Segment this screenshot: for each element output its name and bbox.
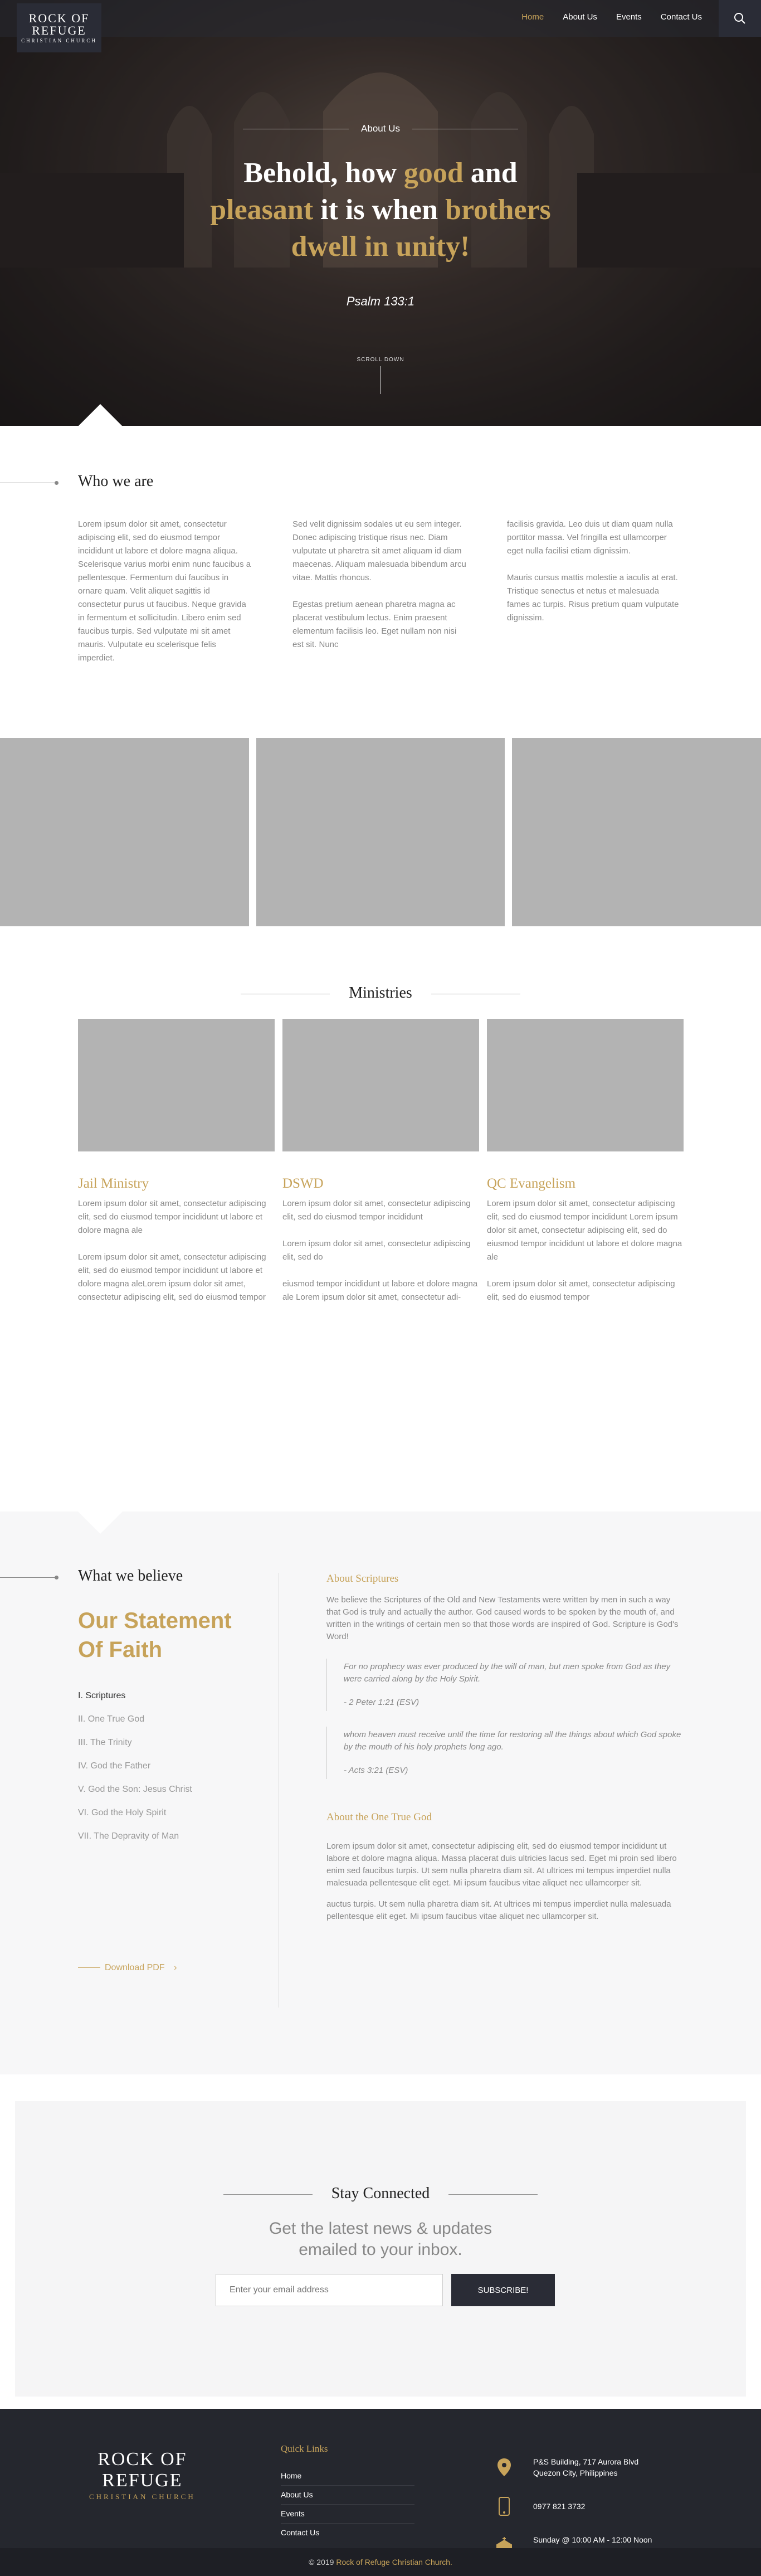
scroll-down[interactable]: SCROLL DOWN bbox=[353, 357, 408, 394]
download-pdf-link[interactable]: Download PDF › bbox=[78, 1963, 177, 1973]
section-title: Stay Connected bbox=[331, 2185, 430, 2202]
ministry-name: Jail Ministry bbox=[78, 1176, 149, 1191]
hero-section: About Us Behold, how good and pleasant i… bbox=[0, 0, 761, 426]
search-icon bbox=[734, 13, 745, 24]
footer: ROCK OF REFUGE CHRISTIAN CHURCH Quick Li… bbox=[0, 2409, 761, 2576]
toc-item[interactable]: VII. The Depravity of Man bbox=[78, 1831, 192, 1855]
toc-item[interactable]: II. One True God bbox=[78, 1714, 192, 1738]
footer-link-contact[interactable]: Contact Us bbox=[281, 2524, 414, 2543]
site-logo[interactable]: ROCK OF REFUGE CHRISTIAN CHURCH bbox=[17, 3, 101, 52]
toc-item[interactable]: IV. God the Father bbox=[78, 1761, 192, 1785]
nav-contact[interactable]: Contact Us bbox=[661, 12, 702, 22]
about-scriptures-heading: About Scriptures bbox=[326, 1573, 399, 1585]
search-button[interactable] bbox=[719, 0, 761, 37]
scripture-quote: For no prophecy was ever produced by the… bbox=[326, 1659, 683, 1711]
subscribe-button[interactable]: SUBSCRIBE! bbox=[451, 2274, 555, 2306]
chevron-right-icon: › bbox=[174, 1963, 177, 1972]
hero-verse: Psalm 133:1 bbox=[346, 294, 415, 308]
ministry-name: DSWD bbox=[282, 1176, 324, 1191]
top-nav: ROCK OF REFUGE CHRISTIAN CHURCH Home Abo… bbox=[0, 0, 761, 52]
hero-heading: Behold, how good and pleasant it is when… bbox=[210, 157, 551, 263]
footer-link-home[interactable]: Home bbox=[281, 2467, 414, 2486]
newsletter-section: Stay Connected Get the latest news & upd… bbox=[15, 2101, 746, 2397]
section-title: What we believe bbox=[78, 1567, 183, 1585]
nav-links: Home About Us Events Contact Us bbox=[521, 12, 702, 22]
logo-tagline: CHRISTIAN CHURCH bbox=[21, 38, 97, 43]
toc-item[interactable]: VI. God the Holy Spirit bbox=[78, 1808, 192, 1831]
nav-about[interactable]: About Us bbox=[563, 12, 597, 22]
who-column-3: facilisis gravida. Leo duis ut diam quam… bbox=[507, 519, 679, 623]
footer-link-about[interactable]: About Us bbox=[281, 2486, 414, 2505]
ministry-card[interactable]: Jail Ministry Lorem ipsum dolor sit amet… bbox=[78, 1019, 275, 1304]
email-input[interactable] bbox=[216, 2274, 443, 2306]
newsletter-subtitle: Get the latest news & updates emailed to… bbox=[269, 2219, 492, 2259]
gallery-image bbox=[512, 738, 761, 926]
statement-heading: Our Statement Of Faith bbox=[78, 1608, 232, 1662]
phone-icon bbox=[499, 2497, 510, 2516]
phone[interactable]: 0977 821 3732 bbox=[533, 2501, 585, 2512]
who-column-2: Sed velit dignissim sodales ut eu sem in… bbox=[292, 519, 466, 649]
toc-item[interactable]: I. Scriptures bbox=[78, 1691, 192, 1714]
believe-section: What we believe Our Statement Of Faith I… bbox=[0, 1511, 761, 2074]
copyright: © 2019 Rock of Refuge Christian Church. bbox=[0, 2548, 761, 2576]
logo-line1: ROCK OF bbox=[28, 11, 90, 25]
logo-line2: REFUGE bbox=[32, 23, 86, 37]
faith-content: About Scriptures We believe the Scriptur… bbox=[326, 1573, 683, 1923]
nav-events[interactable]: Events bbox=[616, 12, 642, 22]
map-pin-icon bbox=[497, 2458, 511, 2476]
scripture-quote: whom heaven must receive until the time … bbox=[326, 1727, 683, 1779]
ministry-image bbox=[282, 1019, 479, 1151]
gallery-image bbox=[0, 738, 249, 926]
ministry-image bbox=[78, 1019, 275, 1151]
toc-item[interactable]: V. God the Son: Jesus Christ bbox=[78, 1785, 192, 1808]
contact-info: P&S Building, 717 Aurora Blvd Quezon Cit… bbox=[487, 2448, 652, 2565]
section-title: Ministries bbox=[349, 984, 412, 1002]
about-god-heading: About the One True God bbox=[326, 1811, 432, 1823]
gallery-image bbox=[256, 738, 505, 926]
who-we-are-section: Who we are Lorem ipsum dolor sit amet, c… bbox=[0, 426, 761, 738]
hero-tag: About Us bbox=[0, 123, 761, 134]
toc-item[interactable]: III. The Trinity bbox=[78, 1738, 192, 1761]
ministry-card[interactable]: QC Evangelism Lorem ipsum dolor sit amet… bbox=[487, 1019, 684, 1304]
ministries-section: Ministries Jail Ministry Lorem ipsum dol… bbox=[0, 926, 761, 1511]
faith-toc: I. Scriptures II. One True God III. The … bbox=[78, 1691, 192, 1855]
photo-gallery bbox=[0, 738, 761, 926]
ministry-card[interactable]: DSWD Lorem ipsum dolor sit amet, consect… bbox=[282, 1019, 479, 1304]
who-column-1: Lorem ipsum dolor sit amet, consectetur … bbox=[78, 519, 251, 663]
ministry-name: QC Evangelism bbox=[487, 1176, 576, 1191]
footer-link-events[interactable]: Events bbox=[281, 2505, 414, 2524]
section-title: Who we are bbox=[78, 473, 154, 490]
quick-links: Quick Links Home About Us Events Contact… bbox=[281, 2443, 414, 2543]
nav-home[interactable]: Home bbox=[521, 12, 544, 22]
footer-logo[interactable]: ROCK OF REFUGE CHRISTIAN CHURCH bbox=[89, 2449, 196, 2501]
ministry-image bbox=[487, 1019, 684, 1151]
address: P&S Building, 717 Aurora Blvd Quezon Cit… bbox=[533, 2457, 639, 2477]
